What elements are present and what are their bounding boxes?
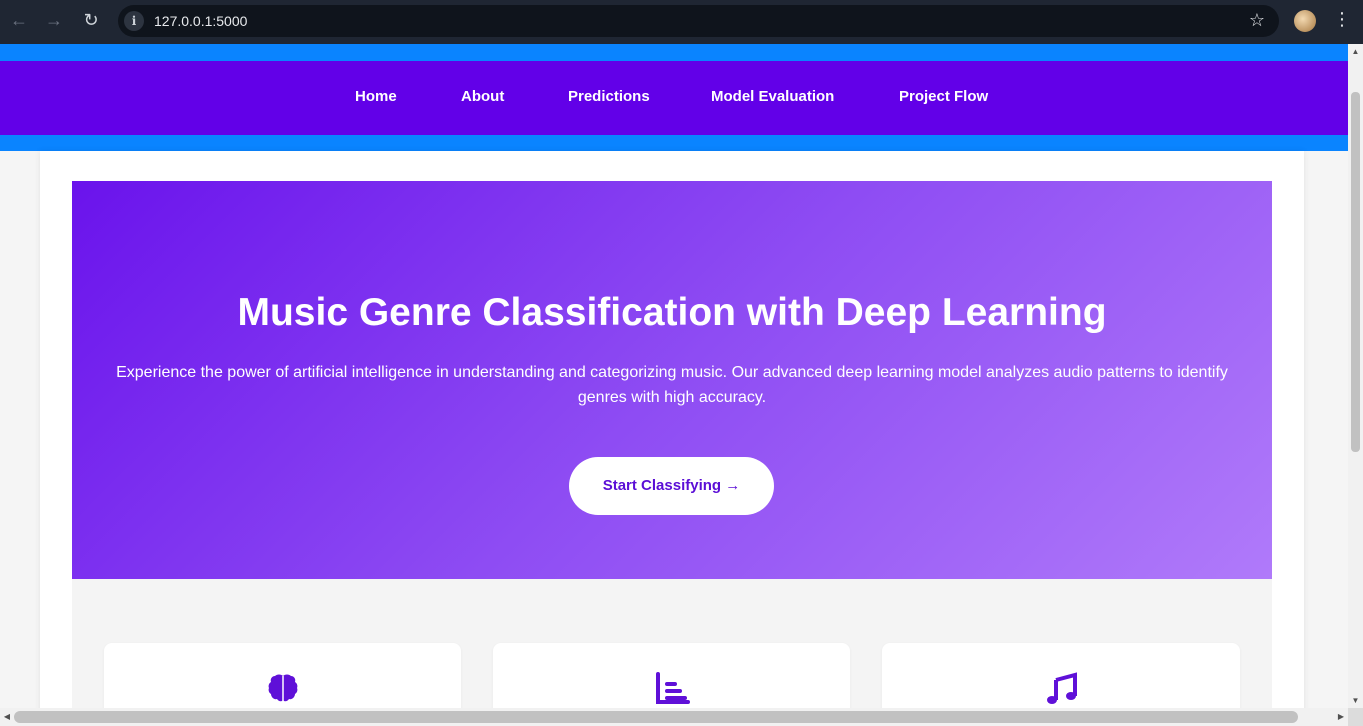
page-viewport: Home About Predictions Model Evaluation … [0, 44, 1348, 708]
url-text[interactable]: 127.0.0.1:5000 [154, 13, 247, 29]
kebab-menu-icon[interactable]: ⋮ [1333, 8, 1351, 30]
horizontal-scroll-thumb[interactable] [14, 711, 1298, 723]
scrollbar-corner [1348, 708, 1363, 726]
music-note-icon [1047, 672, 1077, 704]
nav-predictions[interactable]: Predictions [568, 88, 650, 105]
nav-model-evaluation[interactable]: Model Evaluation [711, 88, 834, 105]
feature-card-brain [104, 643, 461, 708]
hero-title: Music Genre Classification with Deep Lea… [237, 291, 1107, 334]
nav-project-flow[interactable]: Project Flow [899, 88, 988, 105]
horizontal-scrollbar[interactable]: ◀ ▶ [0, 708, 1348, 726]
vertical-scrollbar[interactable]: ▲ ▼ [1348, 44, 1363, 708]
scroll-down-icon[interactable]: ▼ [1348, 693, 1363, 708]
star-icon[interactable]: ☆ [1249, 10, 1265, 31]
vertical-scroll-thumb[interactable] [1351, 92, 1360, 452]
main-navbar: Home About Predictions Model Evaluation … [0, 61, 1348, 135]
forward-icon[interactable]: → [43, 9, 65, 31]
profile-avatar[interactable] [1294, 10, 1316, 32]
hero-description: Experience the power of artificial intel… [116, 364, 1228, 406]
back-icon[interactable]: ← [8, 9, 30, 31]
browser-toolbar: ← → ↻ i 127.0.0.1:5000 ☆ ⋮ [0, 0, 1363, 44]
scroll-left-icon[interactable]: ◀ [0, 708, 14, 726]
reload-icon[interactable]: ↻ [80, 9, 102, 31]
address-bar[interactable]: i 127.0.0.1:5000 ☆ [118, 5, 1279, 37]
nav-about[interactable]: About [461, 88, 504, 105]
brain-icon [268, 674, 297, 704]
scroll-right-icon[interactable]: ▶ [1334, 708, 1348, 726]
feature-card-chart [493, 643, 850, 708]
features-section [72, 579, 1272, 708]
bar-chart-icon [655, 672, 690, 704]
feature-card-music [882, 643, 1240, 708]
nav-home[interactable]: Home [355, 88, 397, 105]
hero-section: Music Genre Classification with Deep Lea… [72, 181, 1272, 579]
start-classifying-button[interactable]: Start Classifying → [569, 457, 774, 515]
scroll-up-icon[interactable]: ▲ [1348, 44, 1363, 59]
info-icon[interactable]: i [124, 11, 144, 31]
